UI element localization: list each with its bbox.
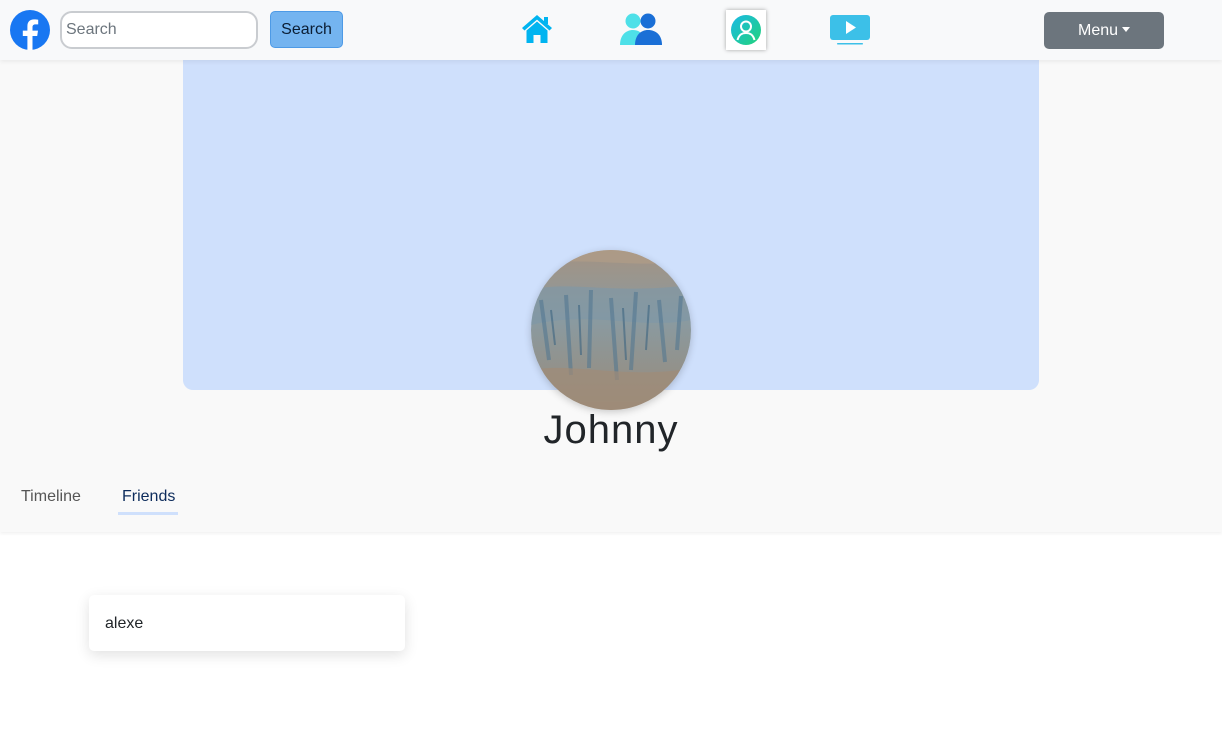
facebook-logo-icon[interactable] bbox=[10, 10, 50, 50]
tab-timeline[interactable]: Timeline bbox=[17, 488, 85, 512]
profile-nav-button[interactable] bbox=[726, 10, 766, 50]
watch-icon bbox=[830, 15, 870, 45]
profile-name: Johnny bbox=[543, 408, 679, 452]
friends-nav-button[interactable] bbox=[619, 10, 663, 48]
profile-header: Johnny Timeline Friends bbox=[0, 60, 1222, 532]
profile-icon bbox=[731, 15, 761, 45]
friends-icon bbox=[620, 13, 662, 45]
menu-label: Menu bbox=[1077, 21, 1119, 39]
profile-avatar[interactable] bbox=[531, 250, 691, 410]
home-nav-button[interactable] bbox=[520, 12, 554, 46]
top-navbar: Search Search Menu bbox=[0, 0, 1222, 60]
friend-card[interactable]: alexe bbox=[89, 595, 405, 651]
menu-dropdown-button[interactable]: Menu bbox=[1044, 12, 1164, 49]
search-input[interactable] bbox=[60, 11, 258, 49]
tab-friends[interactable]: Friends bbox=[118, 488, 178, 515]
caret-down-icon bbox=[1122, 26, 1131, 32]
friend-name[interactable]: alexe bbox=[105, 615, 143, 633]
search-button[interactable]: Search bbox=[270, 11, 343, 48]
home-icon bbox=[522, 15, 552, 43]
watch-nav-button[interactable] bbox=[829, 14, 871, 46]
